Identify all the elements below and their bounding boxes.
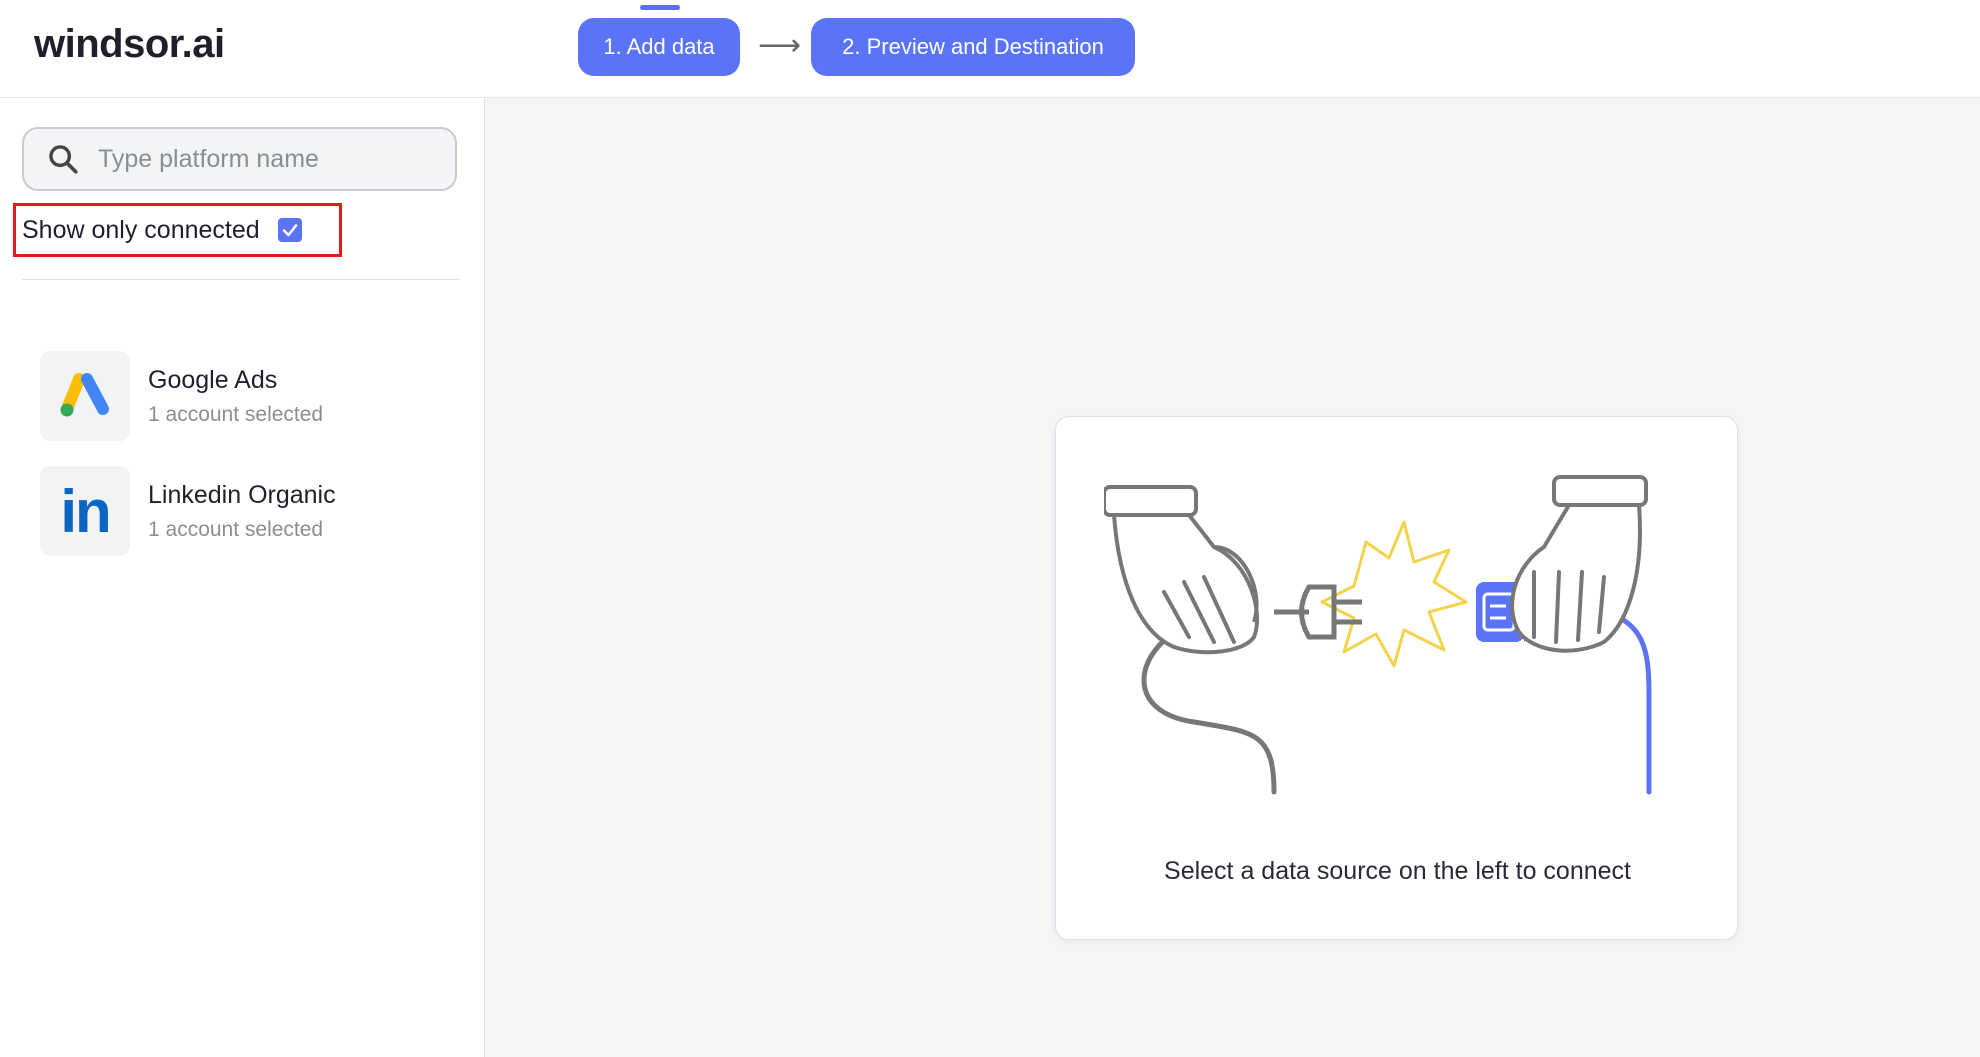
sidebar-divider (22, 279, 460, 280)
source-name: Google Ads (148, 365, 278, 394)
source-status: 1 account selected (148, 402, 324, 426)
search-icon (49, 145, 78, 174)
sidebar: Show only connected Google Ads 1 account… (0, 98, 485, 1057)
logo[interactable]: windsor.ai (34, 22, 225, 67)
source-item-linkedin-organic[interactable]: in Linkedin Organic 1 account selected (40, 465, 460, 557)
step-add-data-button[interactable]: 1. Add data (578, 18, 740, 76)
active-step-indicator (640, 5, 680, 10)
show-only-connected-checkbox[interactable] (277, 218, 302, 242)
empty-state-caption: Select a data source on the left to conn… (1164, 857, 1631, 885)
source-item-google-ads[interactable]: Google Ads 1 account selected (40, 350, 460, 442)
source-name: Linkedin Organic (148, 480, 336, 509)
filter-label: Show only connected (22, 215, 260, 244)
google-ads-icon (40, 351, 130, 441)
search-input[interactable] (98, 144, 418, 174)
linkedin-icon: in (40, 466, 130, 556)
step-preview-destination-button[interactable]: 2. Preview and Destination (811, 18, 1135, 76)
show-only-connected-filter[interactable]: Show only connected (13, 203, 342, 257)
plug-connect-illustration (1104, 475, 1652, 795)
main-panel: Select a data source on the left to conn… (485, 98, 1980, 1057)
source-status: 1 account selected (148, 517, 324, 541)
checkmark-icon (282, 224, 297, 237)
search-box[interactable] (22, 127, 457, 191)
linkedin-logo-text: in (60, 477, 111, 545)
empty-state-card: Select a data source on the left to conn… (1055, 416, 1738, 940)
arrow-right-icon: ⟶ (758, 29, 802, 62)
header: windsor.ai 1. Add data ⟶ 2. Preview and … (0, 0, 1980, 98)
